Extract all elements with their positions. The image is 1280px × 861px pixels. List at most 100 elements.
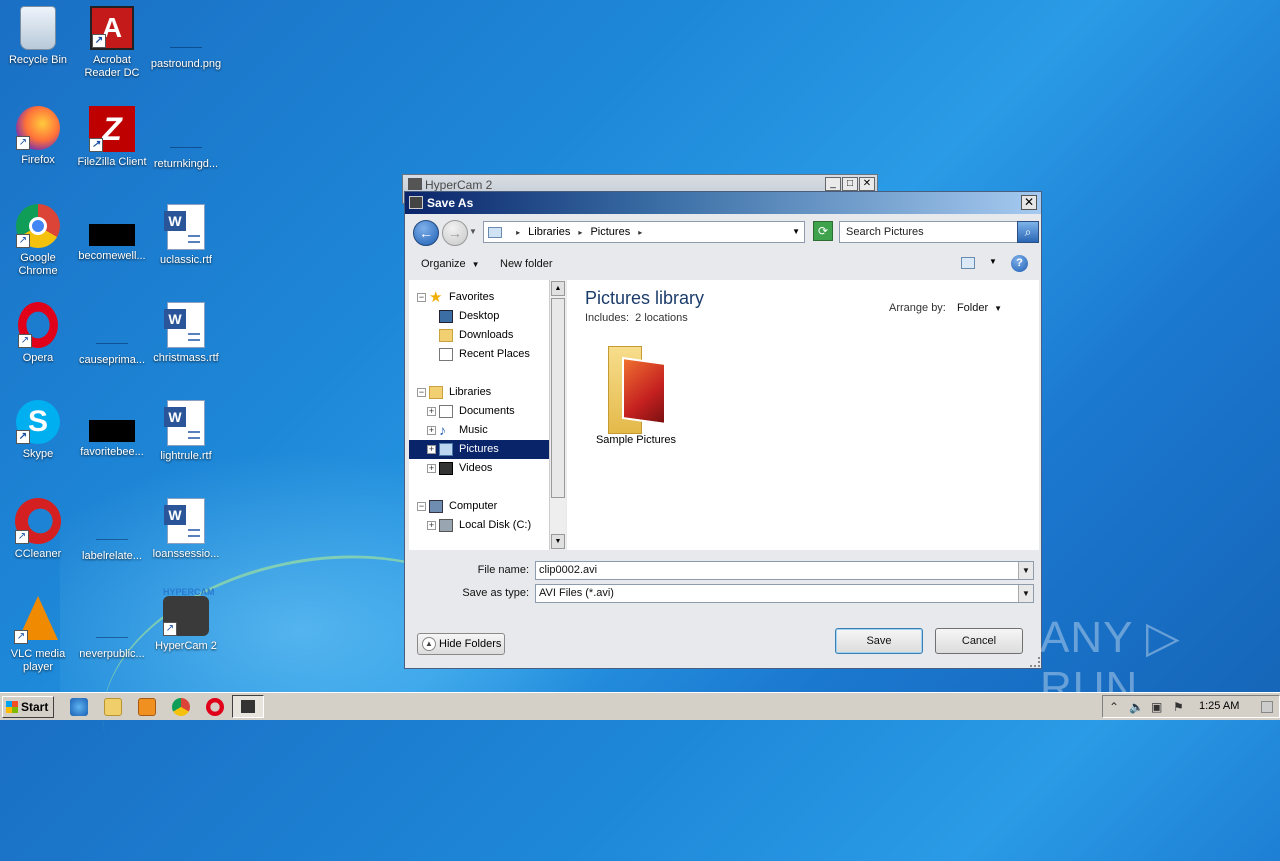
minimize-button[interactable]: _ bbox=[825, 177, 841, 191]
dialog-close-button[interactable]: ✕ bbox=[1021, 195, 1037, 210]
tray-expand-icon[interactable]: ⌃ bbox=[1109, 700, 1119, 714]
help-icon[interactable]: ? bbox=[1011, 255, 1028, 272]
media-player-icon[interactable] bbox=[138, 698, 156, 716]
hide-folders-button[interactable]: ▲ Hide Folders bbox=[417, 633, 505, 655]
scroll-down-icon[interactable]: ▼ bbox=[551, 534, 565, 549]
desktop-icon-pastround[interactable]: pastround.png bbox=[148, 6, 224, 71]
tree-item-favorites[interactable]: − ★ Favorites bbox=[409, 288, 549, 307]
desktop-icon-causeprima[interactable]: causeprima... bbox=[74, 302, 150, 367]
scrollbar-thumb[interactable] bbox=[551, 298, 565, 498]
tree-item-documents[interactable]: + Documents bbox=[409, 402, 549, 421]
ie-icon[interactable] bbox=[70, 698, 88, 716]
tree-item-videos[interactable]: + Videos bbox=[409, 459, 549, 478]
taskbar-hypercam-button[interactable] bbox=[232, 695, 264, 718]
cancel-button[interactable]: Cancel bbox=[935, 628, 1023, 654]
desktop-icon-lightrule[interactable]: W lightrule.rtf bbox=[148, 400, 224, 463]
chevron-right-icon[interactable]: ▸ bbox=[578, 228, 582, 237]
recent-places-icon bbox=[439, 348, 453, 361]
breadcrumb-libraries[interactable]: Libraries bbox=[528, 226, 570, 238]
tree-scrollbar[interactable]: ▲ ▼ bbox=[549, 280, 566, 550]
desktop-icon-acrobat[interactable]: A ↗ Acrobat Reader DC bbox=[74, 6, 150, 80]
desktop-icon-labelrelate[interactable]: labelrelate... bbox=[74, 498, 150, 563]
expand-icon[interactable]: + bbox=[427, 407, 436, 416]
tree-item-libraries[interactable]: − Libraries bbox=[409, 383, 549, 402]
organize-button[interactable]: Organize ▼ bbox=[421, 258, 480, 270]
forward-button[interactable]: → bbox=[442, 220, 468, 246]
dialog-title-bar[interactable]: Save As ✕ bbox=[405, 192, 1041, 214]
expand-icon[interactable]: + bbox=[427, 426, 436, 435]
view-options-dropdown[interactable]: ▼ bbox=[989, 257, 997, 266]
network-icon[interactable]: ▣ bbox=[1151, 700, 1162, 714]
save-button[interactable]: Save bbox=[835, 628, 923, 654]
save-as-type-select[interactable]: AVI Files (*.avi) ▼ bbox=[535, 584, 1034, 603]
chevron-up-icon: ▲ bbox=[422, 637, 436, 651]
expand-icon[interactable]: + bbox=[427, 521, 436, 530]
close-button[interactable]: ✕ bbox=[859, 177, 875, 191]
desktop-icon-ccleaner[interactable]: ↗ CCleaner bbox=[0, 498, 76, 561]
expand-icon[interactable]: + bbox=[427, 445, 436, 454]
collapse-icon[interactable]: − bbox=[417, 502, 426, 511]
collapse-icon[interactable]: − bbox=[417, 293, 426, 302]
tree-item-downloads[interactable]: Downloads bbox=[409, 326, 549, 345]
opera-icon[interactable] bbox=[206, 698, 224, 716]
acrobat-icon: A ↗ bbox=[90, 6, 134, 50]
desktop-icon-uclassic[interactable]: W uclassic.rtf bbox=[148, 204, 224, 267]
chevron-right-icon[interactable]: ▸ bbox=[516, 228, 520, 237]
tree-item-desktop[interactable]: Desktop bbox=[409, 307, 549, 326]
address-bar[interactable]: ▸ Libraries ▸ Pictures ▸ ▼ bbox=[483, 221, 805, 243]
refresh-button[interactable]: ⟳ bbox=[813, 221, 833, 241]
scroll-up-icon[interactable]: ▲ bbox=[551, 281, 565, 296]
volume-icon[interactable]: 🔈 bbox=[1129, 700, 1144, 714]
desktop-icon-opera[interactable]: ↗ Opera bbox=[0, 302, 76, 365]
desktop-icon-becomewell[interactable]: becomewell... bbox=[74, 204, 150, 263]
tree-item-computer[interactable]: − Computer bbox=[409, 497, 549, 516]
skype-icon: S ↗ bbox=[16, 400, 60, 444]
explorer-folder-icon[interactable] bbox=[104, 698, 122, 716]
desktop-icon-skype[interactable]: S ↗ Skype bbox=[0, 400, 76, 461]
address-dropdown-icon[interactable]: ▼ bbox=[792, 222, 800, 242]
search-input[interactable]: Search Pictures ⌕ bbox=[839, 221, 1039, 243]
pictures-icon bbox=[439, 443, 453, 456]
tree-item-local-disk[interactable]: + Local Disk (C:) bbox=[409, 516, 549, 535]
file-name-field[interactable]: clip0002.avi ▼ bbox=[535, 561, 1034, 580]
word-document-icon: W bbox=[164, 204, 205, 250]
change-view-icon[interactable] bbox=[961, 257, 975, 269]
breadcrumb-pictures[interactable]: Pictures bbox=[590, 226, 630, 238]
desktop-icon-vlc[interactable]: ↗ VLC media player bbox=[0, 596, 76, 674]
new-folder-button[interactable]: New folder bbox=[500, 258, 553, 270]
start-button[interactable]: Start bbox=[2, 696, 54, 718]
desktop-icon-chrome[interactable]: ↗ Google Chrome bbox=[0, 204, 76, 278]
chevron-down-icon[interactable]: ▼ bbox=[1018, 562, 1033, 579]
chrome-icon[interactable] bbox=[172, 698, 190, 716]
resize-grip[interactable] bbox=[1030, 657, 1040, 667]
search-icon[interactable]: ⌕ bbox=[1017, 221, 1039, 243]
tree-item-pictures[interactable]: + Pictures bbox=[409, 440, 549, 459]
clock[interactable]: 1:25 AM bbox=[1199, 700, 1239, 712]
collapse-icon[interactable]: − bbox=[417, 388, 426, 397]
expand-icon[interactable]: + bbox=[427, 464, 436, 473]
desktop-icon-loanssessio[interactable]: W loanssessio... bbox=[148, 498, 224, 561]
desktop-icon-hypercam[interactable]: HYPERCAM ↗ HyperCam 2 bbox=[148, 587, 224, 653]
file-icon bbox=[88, 596, 136, 644]
desktop-icon-christmass[interactable]: W christmass.rtf bbox=[148, 302, 224, 365]
locations-link[interactable]: 2 locations bbox=[635, 312, 688, 324]
folder-item-sample-pictures[interactable]: Sample Pictures bbox=[591, 340, 681, 446]
action-center-flag-icon[interactable]: ⚑ bbox=[1173, 700, 1184, 714]
recent-pages-dropdown[interactable]: ▼ bbox=[469, 227, 477, 236]
arrange-by-dropdown[interactable]: Folder ▼ bbox=[957, 302, 1002, 314]
chevron-right-icon[interactable]: ▸ bbox=[638, 228, 642, 237]
maximize-button[interactable]: □ bbox=[842, 177, 858, 191]
tree-item-recent-places[interactable]: Recent Places bbox=[409, 345, 549, 364]
desktop-icon-favoritebee[interactable]: favoritebee... bbox=[74, 400, 150, 459]
desktop-icon-returnkingd[interactable]: returnkingd... bbox=[148, 106, 224, 171]
desktop-icon-filezilla[interactable]: Z ↗ FileZilla Client bbox=[74, 106, 150, 169]
desktop-icon-firefox[interactable]: ↗ Firefox bbox=[0, 106, 76, 167]
tree-item-music[interactable]: + ♪ Music bbox=[409, 421, 549, 440]
desktop-icon-recycle-bin[interactable]: Recycle Bin bbox=[0, 6, 76, 67]
chevron-down-icon[interactable]: ▼ bbox=[1018, 585, 1033, 602]
show-desktop-icon[interactable] bbox=[1261, 701, 1273, 713]
desktop-icon-neverpublic[interactable]: neverpublic... bbox=[74, 596, 150, 661]
back-button[interactable]: ← bbox=[413, 220, 439, 246]
library-includes: Includes: 2 locations bbox=[585, 312, 688, 324]
music-note-icon: ♪ bbox=[439, 422, 446, 438]
